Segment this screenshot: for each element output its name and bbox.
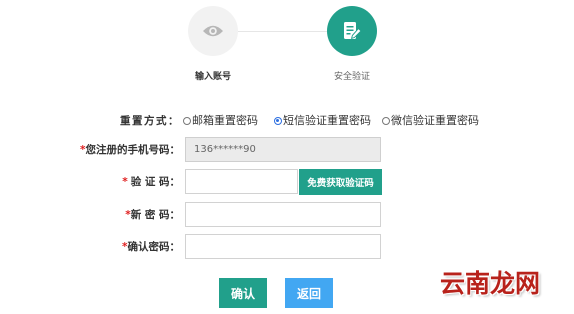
watermark-logo: 云南龙网	[440, 269, 541, 298]
get-code-button[interactable]: 免费获取验证码	[299, 169, 382, 195]
radio-email-reset-indicator[interactable]	[183, 117, 191, 125]
step-connector	[238, 31, 327, 32]
radio-sms-reset[interactable]: 短信验证重置密码	[274, 114, 371, 128]
radio-sms-reset-indicator[interactable]	[274, 117, 282, 125]
code-label: * 验 证 码：	[122, 175, 180, 189]
back-button[interactable]: 返回	[285, 278, 333, 308]
radio-email-reset-label: 邮箱重置密码	[192, 114, 258, 127]
code-label-text: 验 证 码：	[130, 176, 180, 188]
confirm-password-input[interactable]	[185, 234, 381, 259]
radio-sms-reset-label: 短信验证重置密码	[283, 114, 371, 127]
radio-wechat-reset-indicator[interactable]	[382, 117, 390, 125]
phone-number-field	[185, 137, 381, 162]
required-asterisk: *	[122, 176, 128, 188]
step-account-circle	[188, 6, 238, 56]
confirm-password-label-text: 确认密码：	[127, 241, 181, 253]
edit-document-icon	[343, 21, 362, 41]
eye-icon	[202, 24, 224, 38]
phone-label: *您注册的手机号码：	[80, 143, 180, 157]
new-password-input[interactable]	[185, 202, 381, 227]
radio-wechat-reset-label: 微信验证重置密码	[391, 114, 479, 127]
step-verify-circle	[327, 6, 377, 56]
radio-email-reset[interactable]: 邮箱重置密码	[183, 114, 258, 128]
confirm-button[interactable]: 确认	[219, 278, 267, 308]
verification-code-input[interactable]	[185, 169, 298, 194]
reset-method-label: 重置方式：	[120, 115, 180, 127]
new-password-label-text: 新 密 码：	[130, 209, 180, 221]
step-label-account: 输入账号	[194, 72, 231, 82]
phone-label-text: 您注册的手机号码：	[85, 144, 181, 156]
new-password-label: *新 密 码：	[125, 208, 180, 222]
confirm-password-label: *确认密码：	[122, 240, 180, 254]
step-label-verify: 安全验证	[333, 72, 370, 82]
radio-wechat-reset[interactable]: 微信验证重置密码	[382, 114, 479, 128]
